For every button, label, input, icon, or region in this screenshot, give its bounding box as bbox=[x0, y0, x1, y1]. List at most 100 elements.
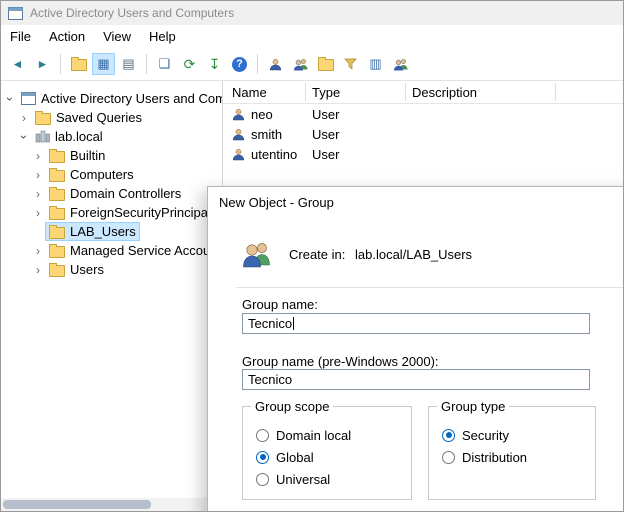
chevron-down-icon[interactable]: › bbox=[4, 92, 16, 106]
forward-icon[interactable]: ► bbox=[31, 53, 54, 75]
radio-option-global[interactable]: Global bbox=[256, 449, 314, 465]
tree-item-content: lab.local bbox=[31, 127, 107, 146]
folder-icon bbox=[49, 246, 65, 258]
tree-item-domain-controllers[interactable]: › Domain Controllers bbox=[1, 184, 222, 203]
folder-icon bbox=[318, 59, 334, 71]
app-icon bbox=[8, 7, 23, 20]
tree-item-label: Saved Queries bbox=[56, 110, 142, 125]
folder-icon bbox=[49, 170, 65, 182]
menu-file[interactable]: File bbox=[1, 25, 40, 48]
column-divider[interactable] bbox=[405, 83, 406, 101]
chevron-right-icon[interactable]: › bbox=[31, 245, 45, 257]
menu-action[interactable]: Action bbox=[40, 25, 94, 48]
dialog-titlebar[interactable]: New Object - Group bbox=[208, 187, 624, 217]
column-divider[interactable] bbox=[305, 83, 306, 101]
group-name-pre2000-input[interactable]: Tecnico bbox=[242, 369, 590, 390]
radio-option-universal[interactable]: Universal bbox=[256, 471, 330, 487]
open-folder-icon[interactable] bbox=[67, 53, 90, 75]
chevron-right-icon[interactable]: › bbox=[31, 207, 45, 219]
tree-item-saved-queries[interactable]: › Saved Queries bbox=[1, 108, 222, 127]
radio-option-domain-local[interactable]: Domain local bbox=[256, 427, 351, 443]
chevron-right-icon[interactable]: › bbox=[17, 112, 31, 124]
tree-item-lab-users[interactable]: LAB_Users bbox=[1, 222, 222, 241]
radio-icon[interactable] bbox=[442, 451, 455, 464]
tree-item-content: Builtin bbox=[45, 146, 109, 165]
cell-type: User bbox=[312, 107, 339, 122]
group-name-input[interactable]: Tecnico bbox=[242, 313, 590, 334]
radio-icon[interactable] bbox=[442, 429, 455, 442]
list-row-neo[interactable]: neo User bbox=[223, 104, 623, 124]
user-icon bbox=[232, 148, 245, 161]
column-header-type[interactable]: Type bbox=[312, 81, 340, 103]
list-row-utentino[interactable]: utentino User bbox=[223, 144, 623, 164]
chevron-down-icon[interactable]: › bbox=[18, 130, 30, 144]
window-titlebar[interactable]: Active Directory Users and Computers bbox=[1, 1, 623, 25]
cell-type: User bbox=[312, 127, 339, 142]
export-list-icon[interactable]: ↧ bbox=[203, 53, 226, 75]
console-tree-icon[interactable]: ▦ bbox=[92, 53, 115, 75]
chevron-right-icon[interactable]: › bbox=[31, 264, 45, 276]
radio-icon[interactable] bbox=[256, 451, 269, 464]
menu-bar: File Action View Help bbox=[1, 25, 623, 48]
radio-label: Distribution bbox=[462, 450, 527, 465]
group-name-pre2000-label: Group name (pre-Windows 2000): bbox=[242, 354, 439, 369]
list-header: Name Type Description bbox=[223, 81, 623, 104]
tree-item-content: Domain Controllers bbox=[45, 184, 185, 203]
group-scope-title: Group scope bbox=[251, 399, 333, 414]
refresh-icon[interactable]: ⟳ bbox=[178, 53, 201, 75]
funnel-icon bbox=[344, 58, 357, 70]
radio-option-security[interactable]: Security bbox=[442, 427, 509, 443]
menu-help[interactable]: Help bbox=[140, 25, 185, 48]
radio-icon[interactable] bbox=[256, 429, 269, 442]
advanced-view-icon[interactable]: ▥ bbox=[364, 53, 387, 75]
group-icon bbox=[293, 58, 309, 71]
tree-item-content: Active Directory Users and Computers bbox=[17, 89, 223, 108]
group-name-label: Group name: bbox=[242, 297, 318, 312]
scrollbar-thumb[interactable] bbox=[3, 500, 151, 509]
new-ou-icon[interactable] bbox=[314, 53, 337, 75]
tree-item-managed-service-accounts[interactable]: › Managed Service Accounts bbox=[1, 241, 222, 260]
radio-icon[interactable] bbox=[256, 473, 269, 486]
tree-item-label: Users bbox=[70, 262, 104, 277]
filter-icon[interactable] bbox=[339, 53, 362, 75]
chevron-right-icon[interactable]: › bbox=[31, 169, 45, 181]
cell-name: neo bbox=[251, 107, 273, 122]
properties-icon[interactable]: ▤ bbox=[117, 53, 140, 75]
tree-item-lab-local[interactable]: › lab.local bbox=[1, 127, 222, 146]
cell-name: utentino bbox=[251, 147, 297, 162]
column-header-name[interactable]: Name bbox=[232, 81, 267, 103]
toolbar-separator bbox=[60, 54, 61, 74]
create-in-row: Create in: lab.local/LAB_Users bbox=[242, 241, 472, 268]
list-row-smith[interactable]: smith User bbox=[223, 124, 623, 144]
column-divider[interactable] bbox=[555, 83, 556, 101]
chevron-right-icon[interactable]: › bbox=[31, 150, 45, 162]
folder-icon bbox=[49, 189, 65, 201]
toolbar: ◄ ► ▦ ▤ ❏ ⟳ ↧ ? bbox=[1, 48, 623, 81]
toolbar-separator bbox=[257, 54, 258, 74]
console-icon bbox=[21, 92, 36, 105]
group-icon bbox=[393, 58, 409, 71]
tree-item-content: LAB_Users bbox=[45, 222, 140, 241]
new-user-icon[interactable] bbox=[264, 53, 287, 75]
help-icon[interactable]: ? bbox=[228, 53, 251, 75]
radio-label: Universal bbox=[276, 472, 330, 487]
cell-type: User bbox=[312, 147, 339, 162]
horizontal-scrollbar[interactable] bbox=[1, 498, 221, 511]
new-group-icon[interactable] bbox=[289, 53, 312, 75]
members-icon[interactable] bbox=[389, 53, 412, 75]
tree-item-builtin[interactable]: › Builtin bbox=[1, 146, 222, 165]
column-header-description[interactable]: Description bbox=[412, 81, 477, 103]
tree-item-computers[interactable]: › Computers bbox=[1, 165, 222, 184]
tree-item-content: Computers bbox=[45, 165, 138, 184]
radio-option-distribution[interactable]: Distribution bbox=[442, 449, 527, 465]
new-window-icon[interactable]: ❏ bbox=[153, 53, 176, 75]
chevron-right-icon[interactable]: › bbox=[31, 188, 45, 200]
tree-item-root[interactable]: › Active Directory Users and Computers bbox=[1, 89, 222, 108]
radio-label: Global bbox=[276, 450, 314, 465]
tree-item-label: ForeignSecurityPrincipals bbox=[70, 205, 217, 220]
back-icon[interactable]: ◄ bbox=[6, 53, 29, 75]
tree-item-users[interactable]: › Users bbox=[1, 260, 222, 279]
tree-item-foreign-security-principals[interactable]: › ForeignSecurityPrincipals bbox=[1, 203, 222, 222]
menu-view[interactable]: View bbox=[94, 25, 140, 48]
folder-icon bbox=[35, 113, 51, 125]
